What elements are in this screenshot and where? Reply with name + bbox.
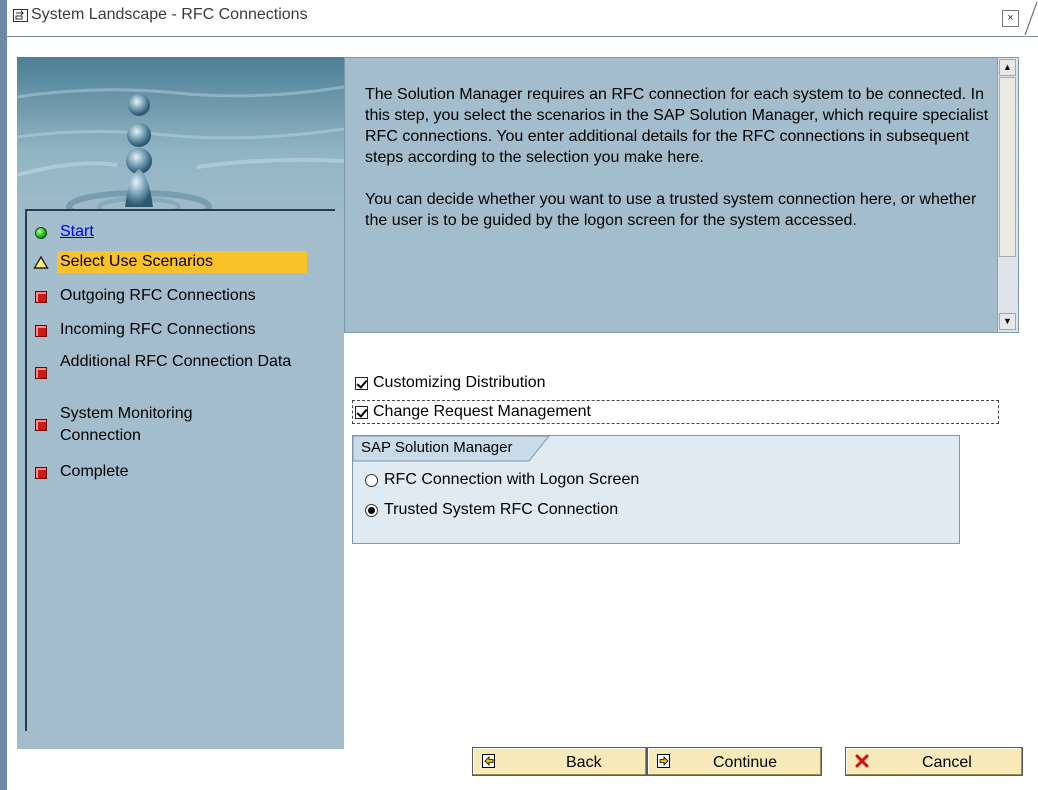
red-square-icon xyxy=(33,323,49,339)
radio-button[interactable] xyxy=(365,473,378,487)
window-titlebar: System Landscape - RFC Connections × xyxy=(7,0,1038,37)
step-start[interactable]: Start xyxy=(33,221,329,243)
continue-icon xyxy=(657,754,670,768)
red-square-icon xyxy=(33,417,49,433)
radio-button[interactable] xyxy=(365,503,378,517)
red-square-icon xyxy=(33,365,49,381)
group-title: SAP Solution Manager xyxy=(361,439,513,456)
window-left-edge xyxy=(0,0,7,790)
step-label: Outgoing RFC Connections xyxy=(60,287,256,304)
sap-solution-manager-group: SAP Solution Manager RFC Connection with… xyxy=(352,435,960,544)
back-icon xyxy=(482,754,495,768)
step-label: Incoming RFC Connections xyxy=(60,321,256,338)
continue-button[interactable]: Continue xyxy=(647,747,822,776)
scroll-up-button[interactable]: ▲ xyxy=(999,59,1016,76)
step-description-panel: The Solution Manager requires an RFC con… xyxy=(344,57,1019,333)
description-scrollbar[interactable]: ▲ ▼ xyxy=(997,58,1018,332)
close-button[interactable]: × xyxy=(1002,10,1019,27)
customizing-distribution-label: Customizing Distribution xyxy=(373,374,546,391)
title-corner-decoration xyxy=(1024,1,1038,36)
water-drop-banner xyxy=(17,57,344,227)
step-outgoing-rfc-connections[interactable]: Outgoing RFC Connections xyxy=(33,285,329,307)
step-select-use-scenarios[interactable]: Select Use Scenarios xyxy=(33,251,329,273)
step-incoming-rfc-connections[interactable]: Incoming RFC Connections xyxy=(33,319,329,341)
radio-trusted-system[interactable]: Trusted System RFC Connection xyxy=(365,501,618,519)
step-additional-rfc-connection-data[interactable]: Additional RFC Connection Data xyxy=(33,351,329,381)
roadmap-steps: Start Select Use Scenarios Outgoing RFC … xyxy=(25,209,335,731)
step-system-monitoring-connection[interactable]: System Monitoring Connection xyxy=(33,403,329,447)
yellow-triangle-icon xyxy=(33,255,49,271)
scroll-down-button[interactable]: ▼ xyxy=(999,313,1016,330)
radio-label: RFC Connection with Logon Screen xyxy=(384,471,640,488)
red-square-icon xyxy=(33,465,49,481)
red-square-icon xyxy=(33,289,49,305)
radio-label: Trusted System RFC Connection xyxy=(384,501,619,518)
back-button[interactable]: Back xyxy=(472,747,647,776)
dialog-content: Start Select Use Scenarios Outgoing RFC … xyxy=(7,37,1038,790)
step-label: Complete xyxy=(60,463,129,480)
customizing-distribution-checkbox[interactable] xyxy=(355,376,368,390)
step-description-text: The Solution Manager requires an RFC con… xyxy=(365,86,989,229)
back-label: Back xyxy=(566,754,602,771)
cancel-label: Cancel xyxy=(922,754,972,771)
continue-label: Continue xyxy=(713,754,778,771)
window-icon xyxy=(13,9,28,22)
cancel-x-icon xyxy=(855,754,869,768)
step-complete[interactable]: Complete xyxy=(33,461,329,483)
step-label: Select Use Scenarios xyxy=(57,251,307,273)
step-label: System Monitoring Connection xyxy=(60,405,193,444)
scroll-thumb[interactable] xyxy=(999,77,1016,257)
step-label: Additional RFC Connection Data xyxy=(60,353,292,370)
roadmap-sidebar: Start Select Use Scenarios Outgoing RFC … xyxy=(17,57,344,749)
cancel-button[interactable]: Cancel xyxy=(845,747,1023,776)
green-circle-icon xyxy=(33,225,49,241)
step-label[interactable]: Start xyxy=(57,221,97,243)
radio-rfc-logon-screen[interactable]: RFC Connection with Logon Screen xyxy=(365,471,639,489)
customizing-distribution-option[interactable]: Customizing Distribution xyxy=(355,374,546,392)
change-request-management-checkbox[interactable] xyxy=(355,405,368,419)
change-request-management-option[interactable]: Change Request Management xyxy=(355,403,591,421)
change-request-management-label: Change Request Management xyxy=(373,403,591,420)
window-title: System Landscape - RFC Connections xyxy=(31,6,308,23)
